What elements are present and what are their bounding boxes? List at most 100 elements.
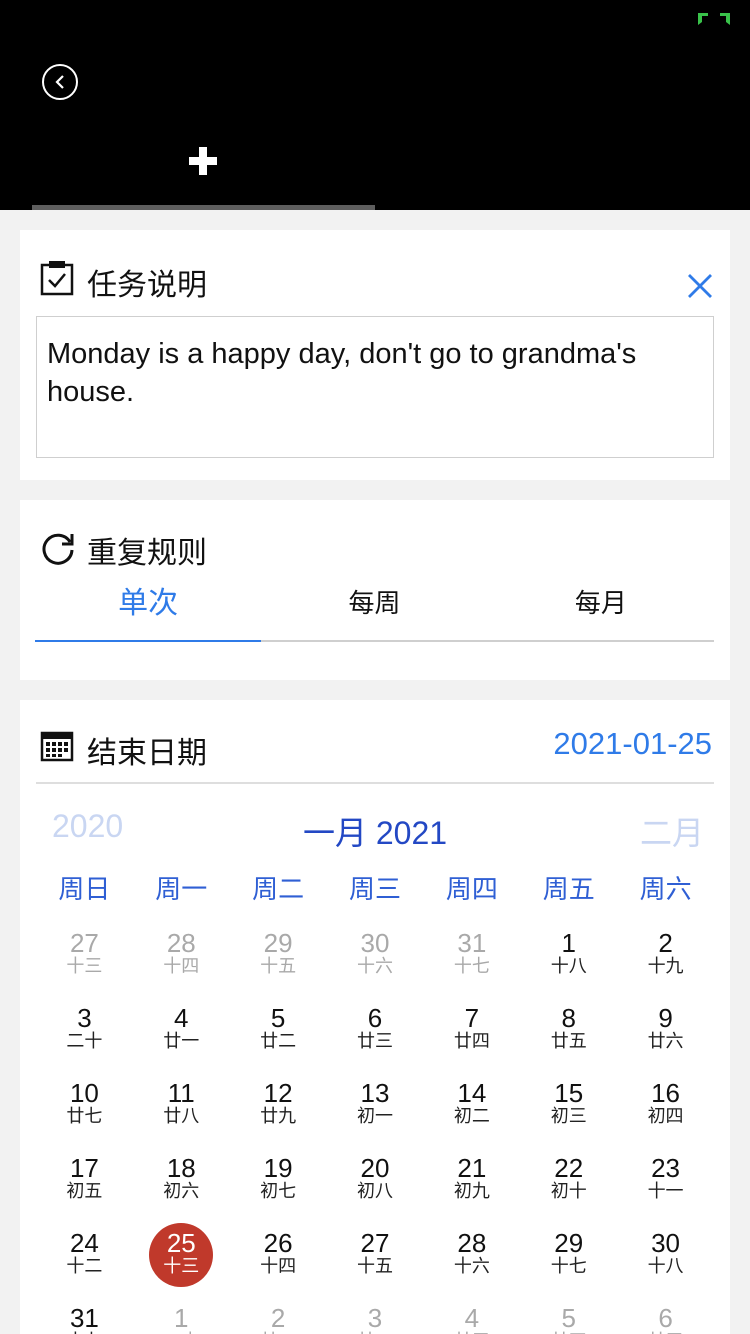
task-description-card: 任务说明 Monday is a happy day, don't go to … [20, 230, 730, 480]
repeat-rule-card: 重复规则 单次 每周 每月 [20, 500, 730, 680]
lunar-date: 廿八 [163, 1106, 200, 1127]
clipboard-check-icon [40, 261, 74, 296]
refresh-icon [42, 533, 74, 565]
calendar-day[interactable]: 4 廿一 [133, 1001, 230, 1076]
lunar-date: 廿四 [453, 1031, 490, 1052]
lunar-date: 十六 [453, 1256, 490, 1277]
calendar-day[interactable]: 5廿四 [520, 1301, 617, 1334]
calendar-next-month[interactable]: 二月 [640, 808, 704, 854]
divider [36, 782, 714, 784]
calendar-day[interactable]: 21 初九 [423, 1151, 520, 1226]
day-number: 6 [367, 1003, 383, 1033]
tab-once[interactable]: 单次 [35, 576, 262, 642]
lunar-date: 十一 [647, 1181, 684, 1202]
weekday-wed: 周三 [349, 875, 402, 905]
lunar-date: 廿六 [647, 1031, 684, 1052]
calendar-day[interactable]: 30 十六 [327, 926, 424, 1001]
calendar-day[interactable]: 12 廿九 [230, 1076, 327, 1151]
tab-weekly[interactable]: 每周 [261, 576, 487, 640]
calendar-day[interactable]: 28 十四 [133, 926, 230, 1001]
calendar-day[interactable]: 16 初四 [617, 1076, 714, 1151]
calendar-day[interactable]: 6 廿三 [327, 1001, 424, 1076]
lunar-date: 初八 [356, 1181, 393, 1202]
calendar-day[interactable]: 31十九 [36, 1301, 133, 1334]
calendar-prev-year[interactable]: 2020 [52, 808, 123, 845]
calendar-day[interactable]: 29 十七 [520, 1226, 617, 1301]
calendar-day[interactable]: 2廿一 [230, 1301, 327, 1334]
day-number: 15 [554, 1078, 584, 1108]
lunar-date: 十八 [550, 956, 587, 977]
end-date-value[interactable]: 2021-01-25 [553, 726, 712, 762]
calendar-day[interactable]: 17 初五 [36, 1151, 133, 1226]
calendar-day[interactable]: 22 初十 [520, 1151, 617, 1226]
calendar-day[interactable]: 20 初八 [327, 1151, 424, 1226]
calendar-day[interactable]: 30 十八 [617, 1226, 714, 1301]
calendar-grid: 27 十三 28 十四 29 十五 30 十六 31 十七 1 十八 2 十九 3 二十 4 廿一 5 廿二 6 廿三 7 廿… [36, 926, 714, 1334]
task-description-input[interactable]: Monday is a happy day, don't go to grand… [36, 316, 714, 458]
calendar-day[interactable]: 8 廿五 [520, 1001, 617, 1076]
lunar-date: 十五 [260, 956, 297, 977]
lunar-date: 廿七 [66, 1106, 103, 1127]
lunar-date: 十六 [356, 956, 393, 977]
weekday-tue: 周二 [252, 875, 305, 905]
weekday-sun: 周日 [58, 875, 111, 905]
lunar-date: 十七 [453, 956, 490, 977]
calendar-day[interactable]: 27 十五 [327, 1226, 424, 1301]
repeat-tabs: 单次 每周 每月 [35, 576, 714, 642]
lunar-date: 十九 [647, 956, 684, 977]
calendar-day[interactable]: 19 初七 [230, 1151, 327, 1226]
calendar-day[interactable]: 18 初六 [133, 1151, 230, 1226]
calendar-day[interactable]: 23 十一 [617, 1151, 714, 1226]
day-number: 28 [166, 928, 196, 958]
calendar-day[interactable]: 29 十五 [230, 926, 327, 1001]
calendar-day[interactable]: 1二十 [133, 1301, 230, 1334]
day-number: 7 [464, 1003, 480, 1033]
tab-monthly[interactable]: 每月 [488, 576, 714, 640]
calendar-day[interactable]: 31 十七 [423, 926, 520, 1001]
close-x-icon[interactable] [686, 272, 714, 300]
day-number: 3 [77, 1003, 92, 1033]
lunar-date: 二十 [66, 1031, 103, 1052]
calendar-day[interactable]: 7 廿四 [423, 1001, 520, 1076]
day-number: 13 [360, 1078, 390, 1108]
lunar-date: 初三 [550, 1106, 587, 1127]
calendar-day[interactable]: 13 初一 [327, 1076, 424, 1151]
calendar-day-selected[interactable]: 25 十三 [133, 1223, 230, 1301]
calendar-day[interactable]: 27 十三 [36, 926, 133, 1001]
calendar-day[interactable]: 11 廿八 [133, 1076, 230, 1151]
calendar-day[interactable]: 3 二十 [36, 1001, 133, 1076]
repeat-rule-title: 重复规则 [87, 536, 207, 571]
lunar-date: 初七 [260, 1181, 297, 1202]
lunar-date: 十二 [66, 1256, 103, 1277]
lunar-date: 廿九 [260, 1106, 297, 1127]
calendar-day[interactable]: 9 廿六 [617, 1001, 714, 1076]
calendar-day[interactable]: 26 十四 [230, 1226, 327, 1301]
calendar-day[interactable]: 28 十六 [423, 1226, 520, 1301]
back-circle-icon [55, 75, 64, 89]
day-number: 11 [167, 1078, 195, 1108]
status-indicator-icon [698, 13, 730, 25]
day-number: 29 [554, 1228, 584, 1258]
weekday-mon: 周一 [155, 875, 208, 905]
plus-icon[interactable] [188, 146, 218, 176]
calendar-day[interactable]: 2 十九 [617, 926, 714, 1001]
day-number: 18 [166, 1153, 196, 1183]
calendar-icon [40, 731, 74, 762]
day-number: 28 [457, 1228, 487, 1258]
calendar-day[interactable]: 10 廿七 [36, 1076, 133, 1151]
lunar-date: 初十 [550, 1181, 587, 1202]
calendar-day[interactable]: 14 初二 [423, 1076, 520, 1151]
task-description-title: 任务说明 [87, 268, 207, 303]
back-button[interactable] [42, 64, 78, 100]
calendar-day[interactable]: 1 十八 [520, 926, 617, 1001]
calendar-day[interactable]: 5 廿二 [230, 1001, 327, 1076]
day-number: 1 [561, 928, 576, 958]
calendar-day[interactable]: 24 十二 [36, 1226, 133, 1301]
day-number: 29 [263, 928, 293, 958]
calendar-day[interactable]: 4廿三 [423, 1301, 520, 1334]
calendar-day[interactable]: 15 初三 [520, 1076, 617, 1151]
day-number: 6 [658, 1303, 673, 1333]
calendar-day[interactable]: 6廿五 [617, 1301, 714, 1334]
calendar-day[interactable]: 3廿二 [327, 1301, 424, 1334]
day-number: 2 [270, 1303, 286, 1333]
